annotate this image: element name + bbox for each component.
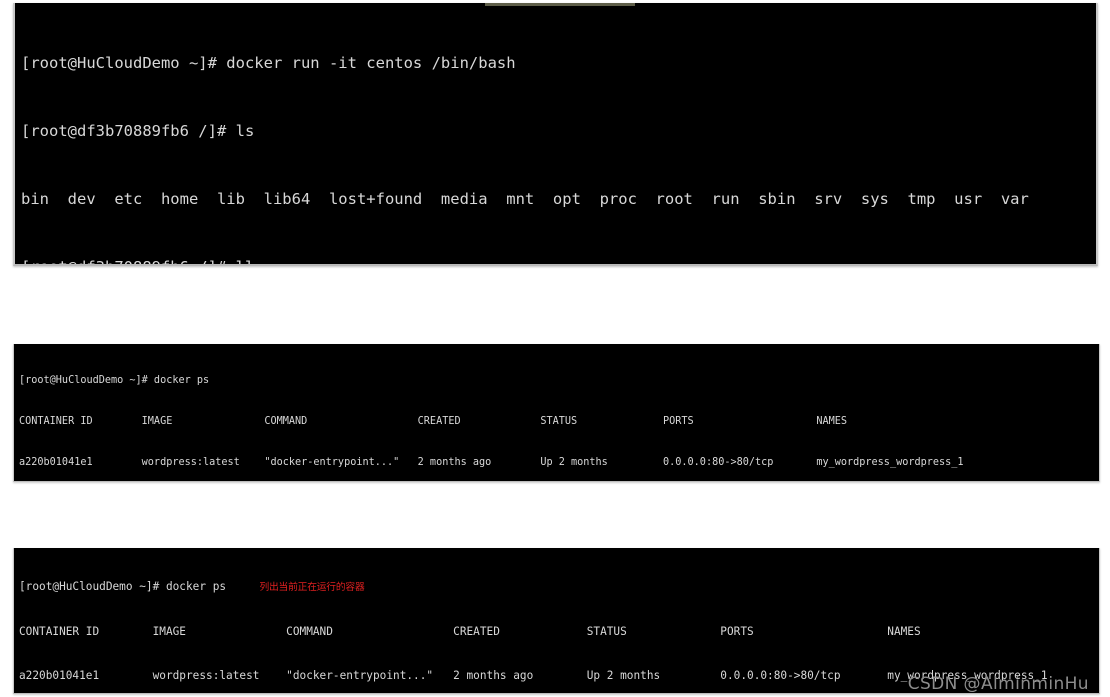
screenshot-root: [root@HuCloudDemo ~]# docker run -it cen… (0, 0, 1110, 697)
shell-command: [root@HuCloudDemo ~]# docker ps (19, 580, 260, 594)
table-header-row: CONTAINER ID IMAGE COMMAND CREATED STATU… (19, 624, 921, 638)
terminal-line: [root@df3b70889fb6 /]# ll (21, 256, 1096, 264)
terminal-line: [root@df3b70889fb6 /]# ls (21, 121, 255, 140)
terminal-line: bin dev etc home lib lib64 lost+found me… (21, 189, 1029, 208)
annotation-running-containers: 列出当前正在运行的容器 (259, 582, 365, 594)
terminal-docker-ps-annotated[interactable]: [root@HuCloudDemo ~]# docker ps 列出当前正在运行… (13, 548, 1100, 694)
terminal-command-line: [root@HuCloudDemo ~]# docker ps (19, 375, 210, 387)
csdn-watermark: CSDN @AlminminHu (907, 674, 1089, 694)
table-header-row: CONTAINER ID IMAGE COMMAND CREATED STATU… (19, 415, 848, 427)
terminal-docker-ps[interactable]: [root@HuCloudDemo ~]# docker ps CONTAINE… (13, 344, 1100, 482)
terminal-command-line: [root@HuCloudDemo ~]# docker ps 列出当前正在运行… (19, 580, 1099, 596)
scan-artifact (485, 3, 635, 6)
table-row: a220b01041e1 wordpress:latest "docker-en… (19, 456, 964, 468)
terminal-docker-run[interactable]: [root@HuCloudDemo ~]# docker run -it cen… (13, 3, 1098, 266)
terminal-line: [root@HuCloudDemo ~]# docker run -it cen… (21, 54, 516, 73)
